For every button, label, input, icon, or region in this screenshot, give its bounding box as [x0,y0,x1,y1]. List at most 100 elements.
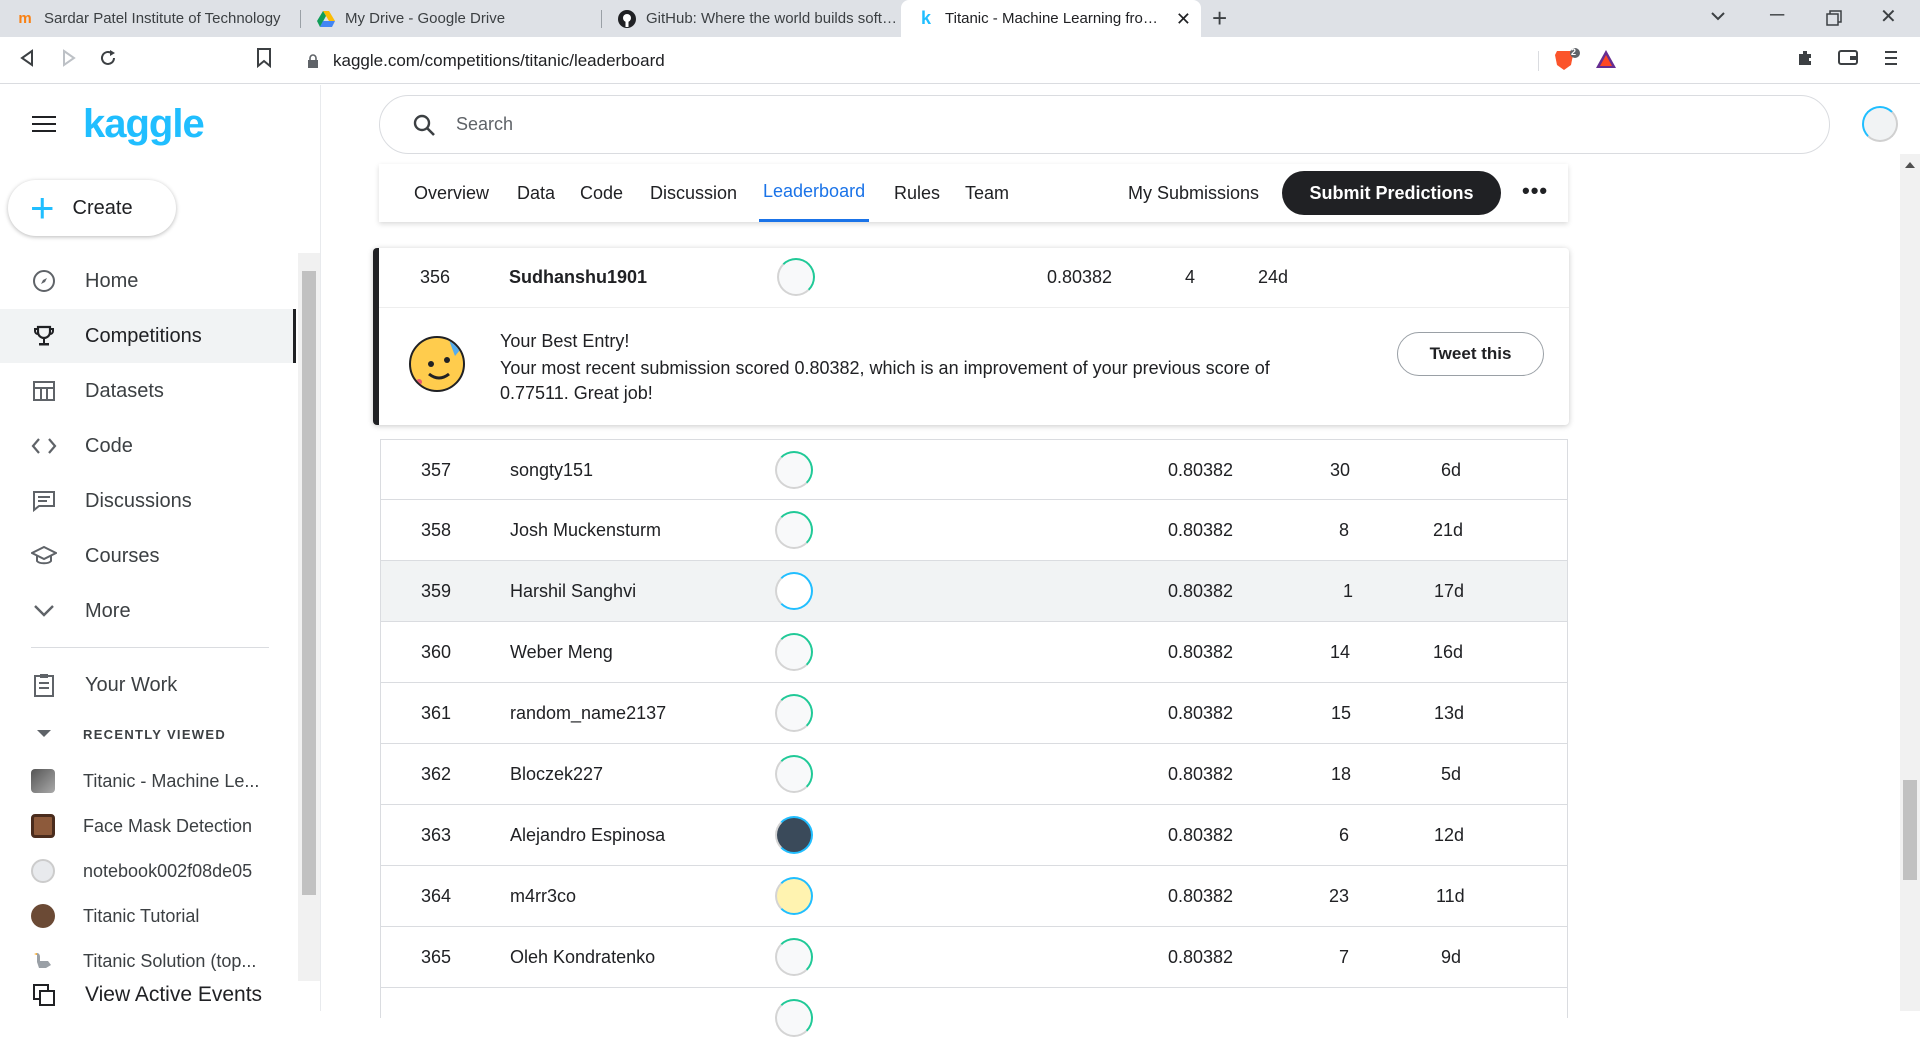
last-cell: 21d [1433,520,1464,540]
table-row[interactable]: 360 Weber Meng 0.80382 14 16d [380,622,1568,683]
recent-item[interactable]: Face Mask Detection [0,806,296,846]
team-avatar[interactable] [775,694,813,732]
best-entry-card: 356 Sudhanshu1901 0.80382 4 24d Your Bes… [373,248,1569,425]
table-row[interactable]: 364 m4rr3co 0.80382 23 11d [380,866,1568,927]
caret-down-icon[interactable] [37,730,51,737]
table-row[interactable]: 358 Josh Muckensturm 0.80382 8 21d [380,500,1568,561]
browser-tab-spit[interactable]: m Sardar Patel Institute of Technology [0,0,300,37]
hamburger-menu-icon[interactable] [32,116,56,137]
sidebar-item-discussions[interactable]: Discussions [0,474,296,528]
sidebar-item-active-events[interactable]: View Active Events [0,975,296,1015]
github-icon [618,9,636,28]
tab-discussion[interactable]: Discussion [650,164,737,222]
team-name[interactable]: Weber Meng [510,642,613,663]
extensions-icon[interactable] [1796,48,1816,73]
recent-item[interactable]: Titanic Tutorial [0,896,296,936]
sidebar-item-competitions[interactable]: Competitions [0,309,296,363]
sidebar-item-code[interactable]: Code [0,419,296,473]
table-row[interactable]: 362 Bloczek227 0.80382 18 5d [380,744,1568,805]
team-avatar[interactable] [775,816,813,854]
team-name[interactable]: Alejandro Espinosa [510,825,665,846]
user-avatar[interactable] [1862,106,1898,142]
tab-leaderboard[interactable]: Leaderboard [759,164,870,222]
table-row-self[interactable]: 356 Sudhanshu1901 0.80382 4 24d [379,248,1569,308]
tab-search-icon[interactable] [1710,7,1726,30]
rank-cell: 359 [421,581,452,601]
recent-item[interactable]: Titanic - Machine Le... [0,761,296,801]
sidebar-scroll-thumb[interactable] [302,271,316,895]
sidebar-item-home[interactable]: Home [0,254,296,308]
team-avatar[interactable] [775,633,813,671]
team-avatar[interactable] [775,877,813,915]
team-name[interactable]: random_name2137 [510,703,666,724]
party-face-icon [409,336,465,392]
page-scrollbar[interactable] [1900,154,1920,1011]
sidebar-item-courses[interactable]: Courses [0,529,296,583]
team-name[interactable]: m4rr3co [510,886,576,907]
team-avatar[interactable] [775,755,813,793]
reload-icon[interactable] [98,48,118,74]
restore-icon[interactable] [1826,9,1842,32]
team-avatar[interactable] [775,572,813,610]
team-avatar[interactable] [777,258,815,296]
team-avatar[interactable] [775,999,813,1037]
tweet-this-button[interactable]: Tweet this [1397,332,1544,376]
page-scroll-thumb[interactable] [1903,780,1917,880]
minimize-icon[interactable]: ─ [1770,4,1784,27]
browser-tab-drive[interactable]: My Drive - Google Drive [301,0,601,37]
submit-predictions-button[interactable]: Submit Predictions [1282,171,1501,215]
tab-team[interactable]: Team [965,164,1009,222]
team-name[interactable]: Oleh Kondratenko [510,947,655,968]
recently-viewed-heading: RECENTLY VIEWED [83,727,227,742]
my-submissions-link[interactable]: My Submissions [1128,164,1259,222]
tab-data[interactable]: Data [517,164,555,222]
brave-rewards-icon[interactable] [1595,48,1617,75]
team-avatar[interactable] [775,938,813,976]
tab-overview[interactable]: Overview [414,164,489,222]
sidebar-scrollbar[interactable] [298,253,320,981]
more-options-icon[interactable]: ••• [1522,178,1548,204]
last-cell: 17d [1434,581,1465,601]
create-button[interactable]: + Create [8,180,176,236]
tab-code[interactable]: Code [580,164,623,222]
team-avatar[interactable] [775,511,813,549]
sidebar-item-more[interactable]: More [0,584,296,638]
forward-icon[interactable] [58,48,78,74]
last-cell: 9d [1441,947,1462,967]
moodle-icon: m [18,10,32,27]
brave-shields-icon[interactable]: 2 [1554,47,1580,77]
address-bar[interactable]: kaggle.com/competitions/titanic/leaderbo… [292,44,1629,78]
sidebar-item-datasets[interactable]: Datasets [0,364,296,418]
kaggle-logo[interactable]: kaggle [83,102,205,147]
search-bar[interactable]: Search [379,95,1830,154]
scroll-up-arrow-icon[interactable] [1905,162,1915,168]
window-close-icon[interactable]: ✕ [1880,4,1897,29]
best-entry-message: Your most recent submission scored 0.803… [500,358,1270,403]
recent-item-label: Titanic Tutorial [83,905,200,926]
team-name[interactable]: Sudhanshu1901 [509,267,647,288]
sidebar-item-label: Code [85,434,133,457]
close-tab-icon[interactable]: ✕ [1176,9,1191,30]
browser-tab-kaggle[interactable]: k Titanic - Machine Learning from D ✕ [901,0,1201,37]
bookmark-icon[interactable] [256,48,272,74]
browser-tab-github[interactable]: GitHub: Where the world builds softw... [602,0,900,37]
team-avatar[interactable] [775,451,813,489]
table-row[interactable]: 359 Harshil Sanghvi 0.80382 1 17d [380,561,1568,622]
team-name[interactable]: Harshil Sanghvi [510,581,636,602]
table-row[interactable]: 363 Alejandro Espinosa 0.80382 6 12d [380,805,1568,866]
table-row[interactable]: 365 Oleh Kondratenko 0.80382 7 9d [380,927,1568,988]
table-row[interactable]: 361 random_name2137 0.80382 15 13d [380,683,1568,744]
wallet-icon[interactable] [1838,48,1858,71]
back-icon[interactable] [18,48,38,74]
score-cell: 0.80382 [1168,764,1234,784]
sidebar-item-your-work[interactable]: Your Work [0,658,296,712]
table-row-partial[interactable] [380,988,1568,1037]
team-name[interactable]: songty151 [510,460,593,481]
tab-rules[interactable]: Rules [894,164,940,222]
recent-item[interactable]: notebook002f08de05 [0,851,296,891]
team-name[interactable]: Bloczek227 [510,764,603,785]
team-name[interactable]: Josh Muckensturm [510,520,661,541]
new-tab-icon[interactable]: + [1212,3,1227,34]
table-row[interactable]: 357 songty151 0.80382 30 6d [380,439,1568,500]
browser-menu-icon[interactable] [1884,48,1898,73]
